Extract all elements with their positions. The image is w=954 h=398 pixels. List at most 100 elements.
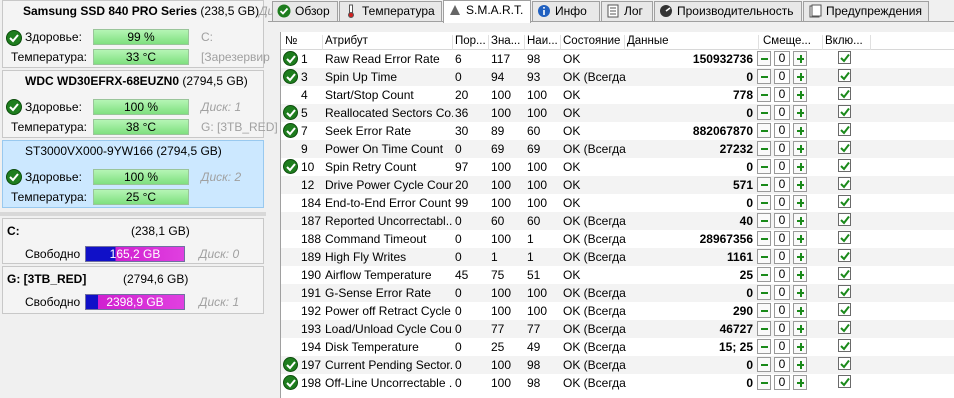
table-row[interactable]: 189High Fly Writes 0 1 1 OK (Всегда... 1161 0 <box>281 248 954 266</box>
offset-value[interactable]: 0 <box>774 249 790 264</box>
offset-value[interactable]: 0 <box>774 141 790 156</box>
offset-value[interactable]: 0 <box>774 87 790 102</box>
table-row[interactable]: 188Command Timeout 0 100 1 OK (Всегда... 2896… <box>281 230 954 248</box>
offset-increase-button[interactable] <box>793 285 807 300</box>
table-row[interactable]: 198 Off-Line Uncorrectable ... 0 100 98 OK (В… <box>281 374 954 392</box>
table-row[interactable]: 5 Reallocated Sectors Co... 36 100 100 OK 0 0 <box>281 104 954 122</box>
tab-info[interactable]: Инфо <box>532 1 600 21</box>
enabled-checkbox[interactable] <box>838 285 851 298</box>
table-row[interactable]: 191G-Sense Error Rate 0 100 100 OK (Всегда..… <box>281 284 954 302</box>
table-row[interactable]: 184 End-to-End Error Count 99 100 100 OK 0 0 <box>281 194 954 212</box>
table-row[interactable]: 190 Airflow Temperature 45 75 51 OK 25 0 <box>281 266 954 284</box>
volume-card-g[interactable]: G: [3TB_RED] (2794,6 GB) Свободно 2398,9… <box>2 266 264 314</box>
tab-smart[interactable]: S.M.A.R.T. <box>443 0 531 23</box>
table-row[interactable]: 9 Power On Time Count 0 69 69 OK (Всегда... 27… <box>281 140 954 158</box>
offset-value[interactable]: 0 <box>774 177 790 192</box>
offset-value[interactable]: 0 <box>774 267 790 282</box>
offset-increase-button[interactable] <box>793 231 807 246</box>
offset-decrease-button[interactable] <box>757 231 771 246</box>
col-worst[interactable]: Наи... <box>527 35 561 50</box>
offset-decrease-button[interactable] <box>757 213 771 228</box>
enabled-checkbox[interactable] <box>838 123 851 136</box>
enabled-checkbox[interactable] <box>838 357 851 370</box>
offset-decrease-button[interactable] <box>757 177 771 192</box>
enabled-checkbox[interactable] <box>838 339 851 352</box>
offset-value[interactable]: 0 <box>774 159 790 174</box>
offset-decrease-button[interactable] <box>757 375 771 390</box>
offset-value[interactable]: 0 <box>774 303 790 318</box>
col-offset[interactable]: Смеще... <box>763 35 823 50</box>
col-enabled[interactable]: Вклю... <box>825 35 871 50</box>
offset-value[interactable]: 0 <box>774 213 790 228</box>
drive-card-wdc[interactable]: WDC WD30EFRX-68EUZN0 (2794,5 GB) Здоровь… <box>2 70 278 138</box>
drive-card-seagate[interactable]: ST3000VX000-9YW166 (2794,5 GB) Здоровье:… <box>2 140 264 208</box>
table-row[interactable]: 12 Drive Power Cycle Count 20 100 100 OK 571 0 <box>281 176 954 194</box>
offset-decrease-button[interactable] <box>757 357 771 372</box>
tab-warnings[interactable]: Предупреждения <box>803 1 929 21</box>
table-row[interactable]: 187 Reported Uncorrectabl... 0 60 60 OK (Всег… <box>281 212 954 230</box>
offset-decrease-button[interactable] <box>757 105 771 120</box>
offset-value[interactable]: 0 <box>774 105 790 120</box>
offset-decrease-button[interactable] <box>757 123 771 138</box>
offset-decrease-button[interactable] <box>757 69 771 84</box>
enabled-checkbox[interactable] <box>838 177 851 190</box>
offset-increase-button[interactable] <box>793 303 807 318</box>
offset-increase-button[interactable] <box>793 159 807 174</box>
enabled-checkbox[interactable] <box>838 321 851 334</box>
offset-value[interactable]: 0 <box>774 321 790 336</box>
offset-increase-button[interactable] <box>793 177 807 192</box>
offset-value[interactable]: 0 <box>774 357 790 372</box>
drive-card-samsung[interactable]: Samsung SSD 840 PRO Series (238,5 GB)Ди … <box>2 0 274 68</box>
enabled-checkbox[interactable] <box>838 51 851 64</box>
offset-decrease-button[interactable] <box>757 141 771 156</box>
offset-decrease-button[interactable] <box>757 195 771 210</box>
enabled-checkbox[interactable] <box>838 195 851 208</box>
offset-decrease-button[interactable] <box>757 303 771 318</box>
table-row[interactable]: 197 Current Pending Sector... 0 100 98 OK (Вс… <box>281 356 954 374</box>
offset-value[interactable]: 0 <box>774 69 790 84</box>
offset-increase-button[interactable] <box>793 375 807 390</box>
enabled-checkbox[interactable] <box>838 213 851 226</box>
offset-value[interactable]: 0 <box>774 339 790 354</box>
offset-increase-button[interactable] <box>793 357 807 372</box>
enabled-checkbox[interactable] <box>838 87 851 100</box>
table-row[interactable]: 3 Spin Up Time 0 94 93 OK (Всегда... 0 0 <box>281 68 954 86</box>
offset-increase-button[interactable] <box>793 267 807 282</box>
col-number[interactable]: № <box>285 35 323 50</box>
offset-increase-button[interactable] <box>793 123 807 138</box>
offset-value[interactable]: 0 <box>774 231 790 246</box>
offset-decrease-button[interactable] <box>757 321 771 336</box>
offset-value[interactable]: 0 <box>774 375 790 390</box>
offset-increase-button[interactable] <box>793 249 807 264</box>
table-row[interactable]: 192 Power off Retract Cycle ... 0 100 100 OK … <box>281 302 954 320</box>
table-row[interactable]: 10 Spin Retry Count 97 100 100 OK 0 0 <box>281 158 954 176</box>
offset-value[interactable]: 0 <box>774 51 790 66</box>
table-row[interactable]: 193 Load/Unload Cycle Cou... 0 77 77 OK (Всег… <box>281 320 954 338</box>
col-data[interactable]: Данные <box>627 35 759 50</box>
offset-decrease-button[interactable] <box>757 339 771 354</box>
enabled-checkbox[interactable] <box>838 249 851 262</box>
enabled-checkbox[interactable] <box>838 303 851 316</box>
col-attribute[interactable]: Атрибут <box>325 35 453 50</box>
enabled-checkbox[interactable] <box>838 105 851 118</box>
enabled-checkbox[interactable] <box>838 69 851 82</box>
col-threshold[interactable]: Пор... <box>455 35 489 50</box>
offset-increase-button[interactable] <box>793 69 807 84</box>
tab-performance[interactable]: Производительность <box>654 1 802 21</box>
enabled-checkbox[interactable] <box>838 267 851 280</box>
offset-decrease-button[interactable] <box>757 87 771 102</box>
table-row[interactable]: 194Disk Temperature 0 25 49 OK (Всегда... 15;… <box>281 338 954 356</box>
volume-card-c[interactable]: C: (238,1 GB) Свободно 165,2 GB Диск: 0 <box>2 218 264 264</box>
offset-increase-button[interactable] <box>793 213 807 228</box>
offset-value[interactable]: 0 <box>774 123 790 138</box>
offset-decrease-button[interactable] <box>757 249 771 264</box>
tab-log[interactable]: Лог <box>601 1 653 21</box>
offset-value[interactable]: 0 <box>774 285 790 300</box>
table-row[interactable]: 1 Raw Read Error Rate 6 117 98 OK 150932736 0 <box>281 50 954 68</box>
table-row[interactable]: 4 Start/Stop Count 20 100 100 OK 778 0 <box>281 86 954 104</box>
offset-decrease-button[interactable] <box>757 51 771 66</box>
tab-overview[interactable]: Обзор <box>272 1 338 21</box>
offset-increase-button[interactable] <box>793 195 807 210</box>
tab-temperature[interactable]: Температура <box>339 1 442 21</box>
enabled-checkbox[interactable] <box>838 159 851 172</box>
